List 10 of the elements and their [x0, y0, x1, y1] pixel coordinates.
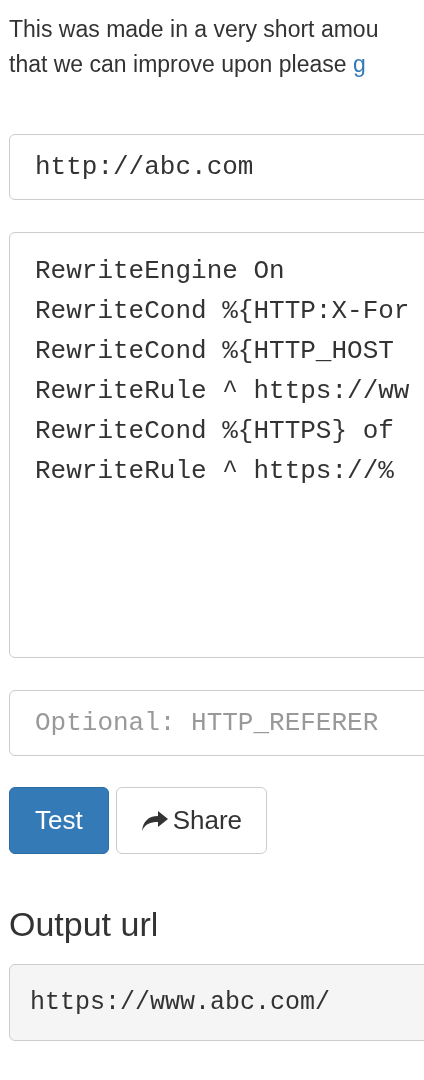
intro-link[interactable]: g: [352, 51, 366, 77]
referer-field[interactable]: Optional: HTTP_REFERER: [9, 690, 424, 756]
url-field[interactable]: http://abc.com: [9, 134, 424, 200]
intro-text: This was made in a very short amou that we can improve upon please g: [9, 15, 379, 79]
output-heading: Output url: [9, 904, 160, 945]
rules-field[interactable]: RewriteEngine On RewriteCond %{HTTP:X-For RewriteCond %{HTTP_HOST RewriteRule ^ https://ww RewriteCond %{HTTPS} of RewriteRule ^ https://%: [9, 232, 424, 658]
output-value: https://www.abc.com/: [9, 964, 424, 1041]
test-button[interactable]: Test: [9, 787, 109, 854]
share-icon: [140, 809, 169, 832]
share-button[interactable]: Share: [115, 787, 268, 854]
